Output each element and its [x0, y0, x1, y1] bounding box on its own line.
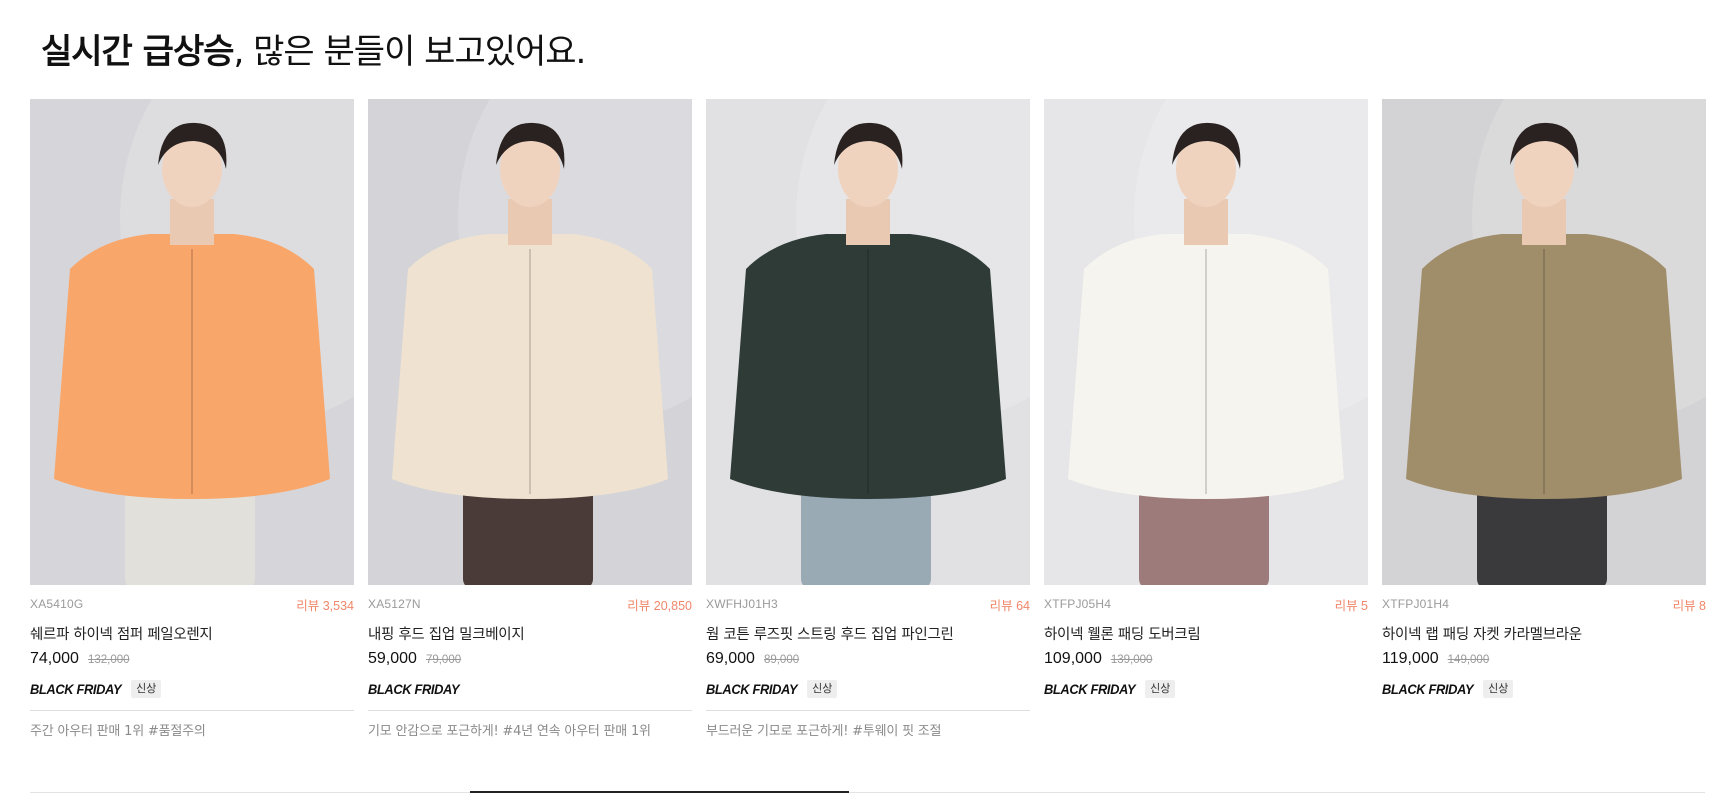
product-code: XTFPJ01H4	[1382, 597, 1450, 611]
original-price: 149,000	[1447, 654, 1490, 666]
new-badge: 신상	[1145, 680, 1176, 698]
product-card[interactable]: XA5127N 리뷰 20,850 내핑 후드 집업 밀크베이지 59,000 …	[368, 99, 692, 739]
carousel-scroll-track[interactable]	[30, 792, 1705, 793]
product-image[interactable]	[368, 99, 692, 585]
sale-price: 59,000	[368, 650, 417, 667]
model-photo-illustration	[368, 99, 692, 585]
product-code: XA5410G	[30, 597, 84, 611]
product-name[interactable]: 하이넥 웰론 패딩 도버크림	[1044, 623, 1368, 643]
section-title-rest: , 많은 분들이 보고있어요.	[233, 32, 587, 72]
product-image[interactable]	[1044, 99, 1368, 585]
product-description: 부드러운 기모로 포근하게! #투웨이 핏 조절	[706, 724, 942, 739]
new-badge: 신상	[807, 680, 838, 698]
product-image[interactable]	[1382, 99, 1706, 585]
sale-price: 109,000	[1044, 650, 1102, 667]
section-title: 실시간 급상승, 많은 분들이 보고있어요.	[41, 24, 587, 73]
product-name[interactable]: 쉐르파 하이넥 점퍼 페일오렌지	[30, 623, 354, 643]
black-friday-badge: BLACK FRIDAY	[30, 681, 122, 697]
product-name[interactable]: 웜 코튼 루즈핏 스트링 후드 집업 파인그린	[706, 623, 1030, 643]
review-count[interactable]: 리뷰 8	[1673, 595, 1706, 614]
review-count[interactable]: 리뷰 3,534	[296, 595, 354, 614]
black-friday-badge: BLACK FRIDAY	[706, 681, 798, 697]
carousel-scroll-thumb[interactable]	[470, 791, 849, 793]
black-friday-badge: BLACK FRIDAY	[368, 681, 460, 697]
card-divider	[706, 710, 1030, 711]
new-badge: 신상	[131, 680, 162, 698]
original-price: 132,000	[87, 654, 130, 666]
product-name[interactable]: 내핑 후드 집업 밀크베이지	[368, 623, 692, 643]
sale-price: 69,000	[706, 650, 755, 667]
product-name[interactable]: 하이넥 랩 패딩 자켓 카라멜브라운	[1382, 623, 1706, 643]
product-description: 주간 아우터 판매 1위 #품절주의	[30, 724, 206, 739]
product-card[interactable]: XA5410G 리뷰 3,534 쉐르파 하이넥 점퍼 페일오렌지 74,000…	[30, 99, 354, 739]
original-price: 139,000	[1110, 654, 1153, 666]
sale-price: 74,000	[30, 650, 79, 667]
product-description: 기모 안감으로 포근하게! #4년 연속 아우터 판매 1위	[368, 724, 651, 739]
product-image[interactable]	[30, 99, 354, 585]
review-count[interactable]: 리뷰 64	[990, 595, 1030, 614]
product-card[interactable]: XWFHJ01H3 리뷰 64 웜 코튼 루즈핏 스트링 후드 집업 파인그린 …	[706, 99, 1030, 739]
model-photo-illustration	[30, 99, 354, 585]
card-divider	[368, 710, 692, 711]
original-price: 89,000	[763, 654, 800, 666]
review-count[interactable]: 리뷰 5	[1335, 595, 1368, 614]
review-count[interactable]: 리뷰 20,850	[627, 595, 692, 614]
black-friday-badge: BLACK FRIDAY	[1044, 681, 1136, 697]
product-code: XA5127N	[368, 597, 421, 611]
model-photo-illustration	[706, 99, 1030, 585]
original-price: 79,000	[425, 654, 462, 666]
card-divider	[30, 710, 354, 711]
model-photo-illustration	[1382, 99, 1706, 585]
product-card[interactable]: XTFPJ01H4 리뷰 8 하이넥 랩 패딩 자켓 카라멜브라운 119,00…	[1382, 99, 1706, 700]
sale-price: 119,000	[1382, 650, 1439, 667]
product-code: XWFHJ01H3	[706, 597, 778, 611]
product-image[interactable]	[706, 99, 1030, 585]
model-photo-illustration	[1044, 99, 1368, 585]
section-title-strong: 실시간 급상승	[41, 32, 235, 72]
new-badge: 신상	[1483, 680, 1514, 698]
product-grid: XA5410G 리뷰 3,534 쉐르파 하이넥 점퍼 페일오렌지 74,000…	[30, 99, 1706, 749]
product-card[interactable]: XTFPJ05H4 리뷰 5 하이넥 웰론 패딩 도버크림 109,000 13…	[1044, 99, 1368, 700]
black-friday-badge: BLACK FRIDAY	[1382, 681, 1474, 697]
product-code: XTFPJ05H4	[1044, 597, 1112, 611]
